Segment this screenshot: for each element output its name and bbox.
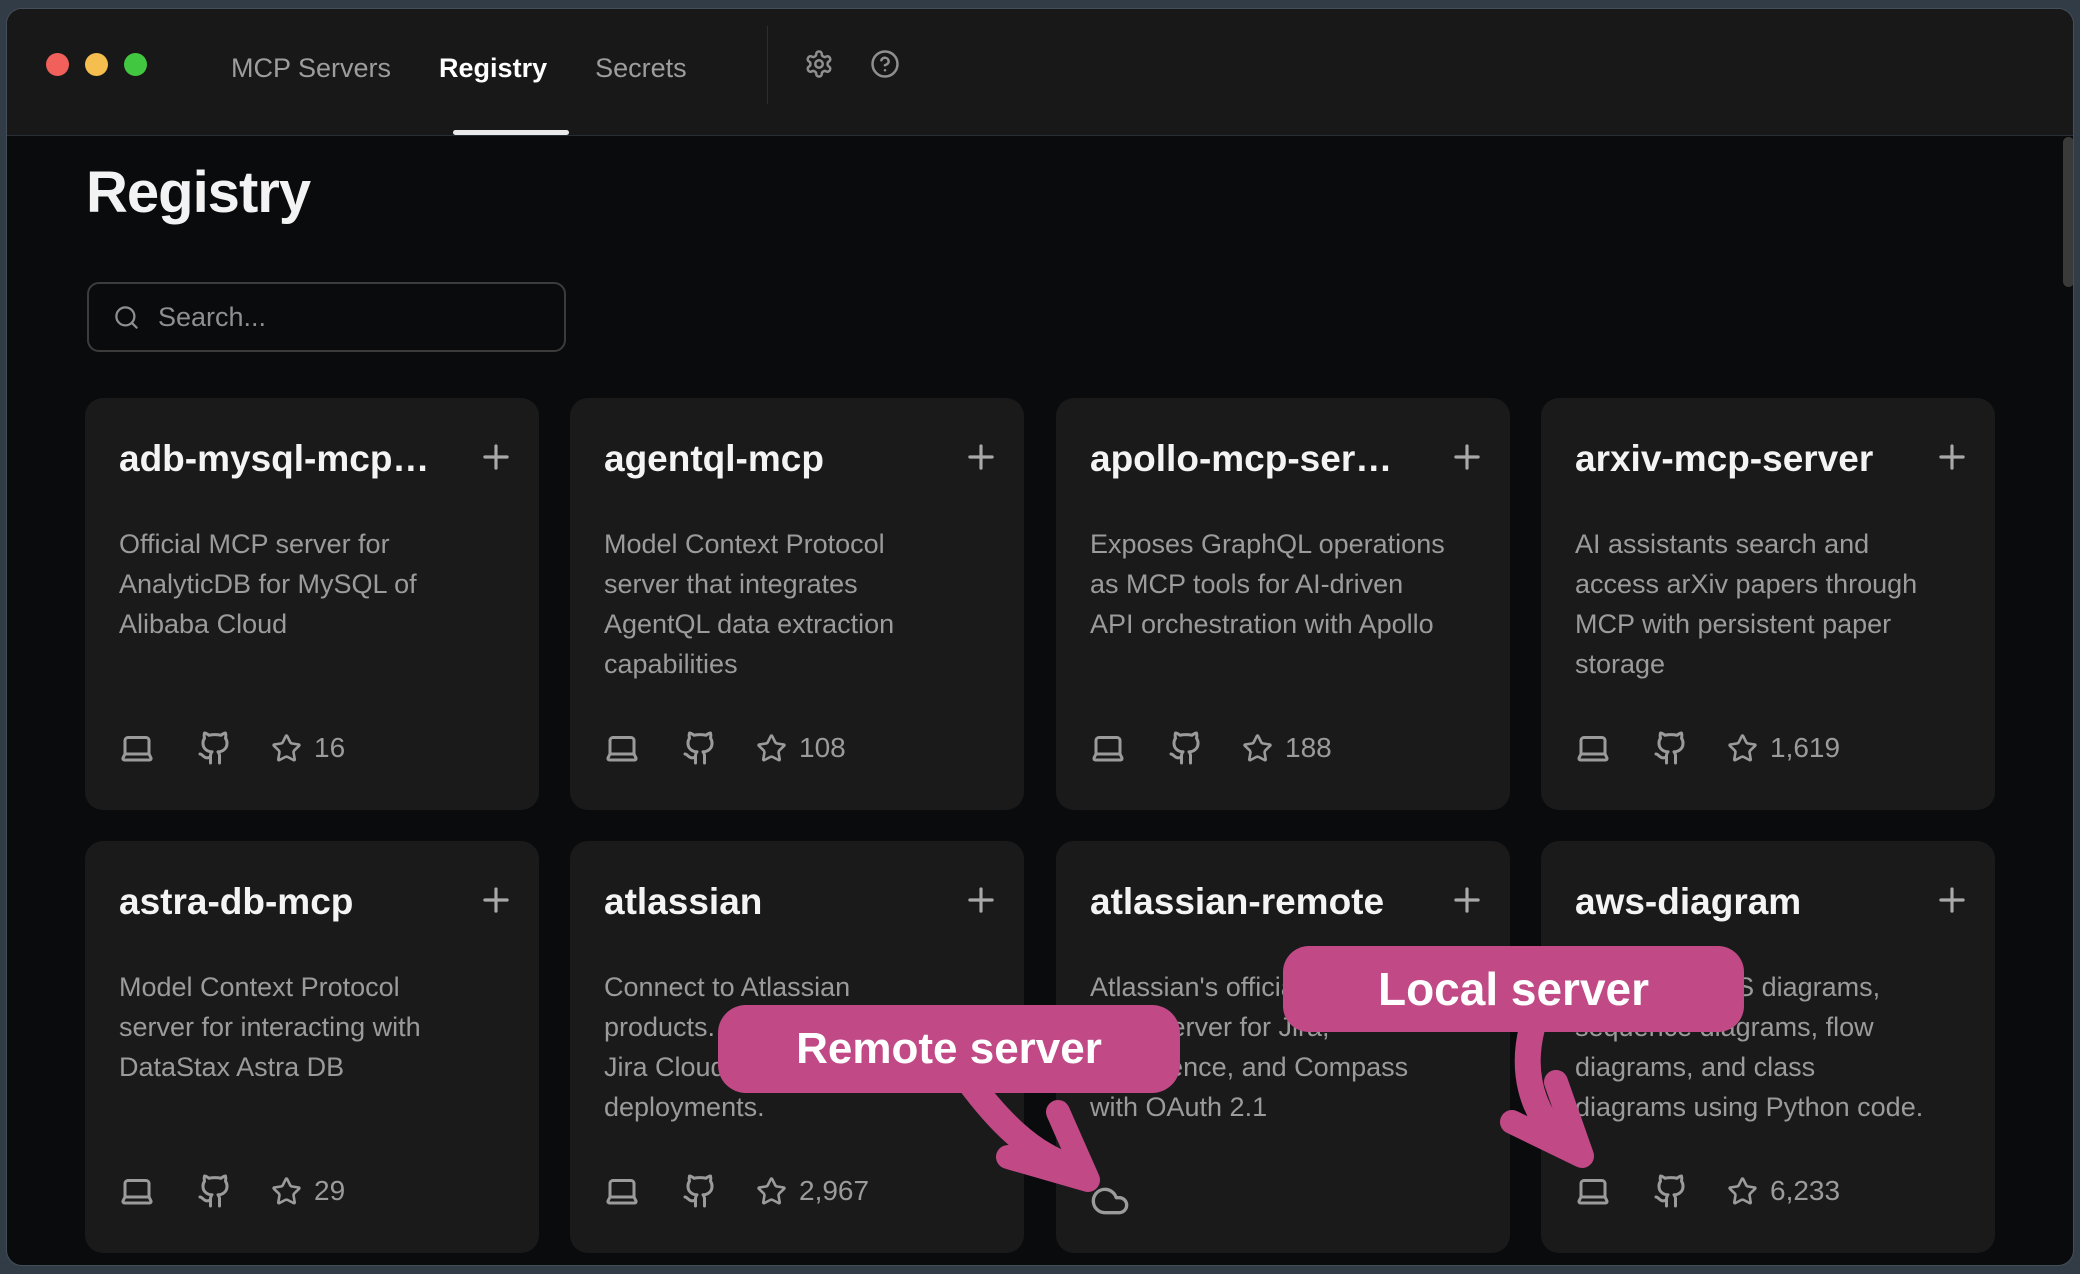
tab-mcp-servers[interactable]: MCP Servers: [231, 47, 391, 90]
star-count: 2,967: [799, 1175, 869, 1207]
github-icon[interactable]: [1653, 730, 1689, 766]
star-count: 188: [1285, 732, 1332, 764]
add-server-button[interactable]: [1448, 438, 1486, 476]
add-server-button[interactable]: [1933, 881, 1971, 919]
search-input[interactable]: [158, 302, 564, 333]
local-server-laptop-icon: [604, 1173, 640, 1209]
github-icon[interactable]: [1168, 730, 1204, 766]
title-bar: MCP Servers Registry Secrets: [7, 9, 2073, 136]
zoom-window-button[interactable]: [124, 53, 147, 76]
server-card-astra-db-mcp[interactable]: astra-db-mcp Model Context Protocol serv…: [85, 841, 539, 1253]
star-count: 1,619: [1770, 732, 1840, 764]
star-count: 16: [314, 732, 345, 764]
remote-server-cloud-icon: [1090, 1181, 1130, 1221]
active-tab-underline: [453, 130, 569, 135]
server-name: adb-mysql-mcp…: [119, 438, 459, 480]
github-icon[interactable]: [1653, 1173, 1689, 1209]
server-name: aws-diagram: [1575, 881, 1915, 923]
local-server-laptop-icon: [119, 1173, 155, 1209]
search-box: [87, 282, 566, 352]
top-navigation: MCP Servers Registry Secrets: [231, 47, 687, 90]
settings-gear-icon[interactable]: [804, 49, 834, 79]
github-icon[interactable]: [197, 1173, 233, 1209]
server-description: Exposes GraphQL operations as MCP tools …: [1090, 524, 1486, 644]
star-count: 6,233: [1770, 1175, 1840, 1207]
star-icon: [1242, 733, 1273, 764]
add-server-button[interactable]: [1448, 881, 1486, 919]
add-server-button[interactable]: [477, 438, 515, 476]
add-server-button[interactable]: [477, 881, 515, 919]
server-name: agentql-mcp: [604, 438, 944, 480]
server-name: astra-db-mcp: [119, 881, 459, 923]
tab-secrets[interactable]: Secrets: [595, 47, 687, 90]
star-icon: [1727, 733, 1758, 764]
server-name: arxiv-mcp-server: [1575, 438, 1915, 480]
star-icon: [756, 1176, 787, 1207]
server-card-agentql-mcp[interactable]: agentql-mcp Model Context Protocol serve…: [570, 398, 1024, 810]
server-card-apollo-mcp-server[interactable]: apollo-mcp-ser… Exposes GraphQL operatio…: [1056, 398, 1510, 810]
local-server-annotation-badge: Local server: [1283, 946, 1744, 1032]
tab-registry[interactable]: Registry: [439, 47, 547, 90]
remote-server-annotation-badge: Remote server: [718, 1005, 1180, 1093]
server-description: AI assistants search and access arXiv pa…: [1575, 524, 1971, 684]
server-card-adb-mysql-mcp[interactable]: adb-mysql-mcp… Official MCP server for A…: [85, 398, 539, 810]
star-icon: [756, 733, 787, 764]
local-server-laptop-icon: [119, 730, 155, 766]
star-icon: [1727, 1176, 1758, 1207]
github-icon[interactable]: [197, 730, 233, 766]
star-icon: [271, 1176, 302, 1207]
server-card-aws-diagram[interactable]: aws-diagram Generate AWS diagrams, seque…: [1541, 841, 1995, 1253]
add-server-button[interactable]: [962, 438, 1000, 476]
local-server-laptop-icon: [1575, 730, 1611, 766]
page-title: Registry: [86, 159, 310, 226]
help-icon[interactable]: [870, 49, 900, 79]
toolbar-divider: [767, 26, 768, 104]
local-server-laptop-icon: [604, 730, 640, 766]
minimize-window-button[interactable]: [85, 53, 108, 76]
local-server-laptop-icon: [1090, 730, 1126, 766]
local-server-laptop-icon: [1575, 1173, 1611, 1209]
server-name: atlassian-remote: [1090, 881, 1430, 923]
github-icon[interactable]: [682, 1173, 718, 1209]
add-server-button[interactable]: [1933, 438, 1971, 476]
star-count: 29: [314, 1175, 345, 1207]
vertical-scrollbar[interactable]: [2063, 137, 2074, 287]
server-description: Official MCP server for AnalyticDB for M…: [119, 524, 515, 644]
server-description: Model Context Protocol server for intera…: [119, 967, 515, 1087]
close-window-button[interactable]: [46, 53, 69, 76]
server-name: apollo-mcp-ser…: [1090, 438, 1430, 480]
search-icon: [113, 304, 140, 331]
server-card-arxiv-mcp-server[interactable]: arxiv-mcp-server AI assistants search an…: [1541, 398, 1995, 810]
star-icon: [271, 733, 302, 764]
server-description: Model Context Protocol server that integ…: [604, 524, 1000, 684]
github-icon[interactable]: [682, 730, 718, 766]
traffic-lights: [46, 53, 147, 76]
star-count: 108: [799, 732, 846, 764]
add-server-button[interactable]: [962, 881, 1000, 919]
server-name: atlassian: [604, 881, 944, 923]
